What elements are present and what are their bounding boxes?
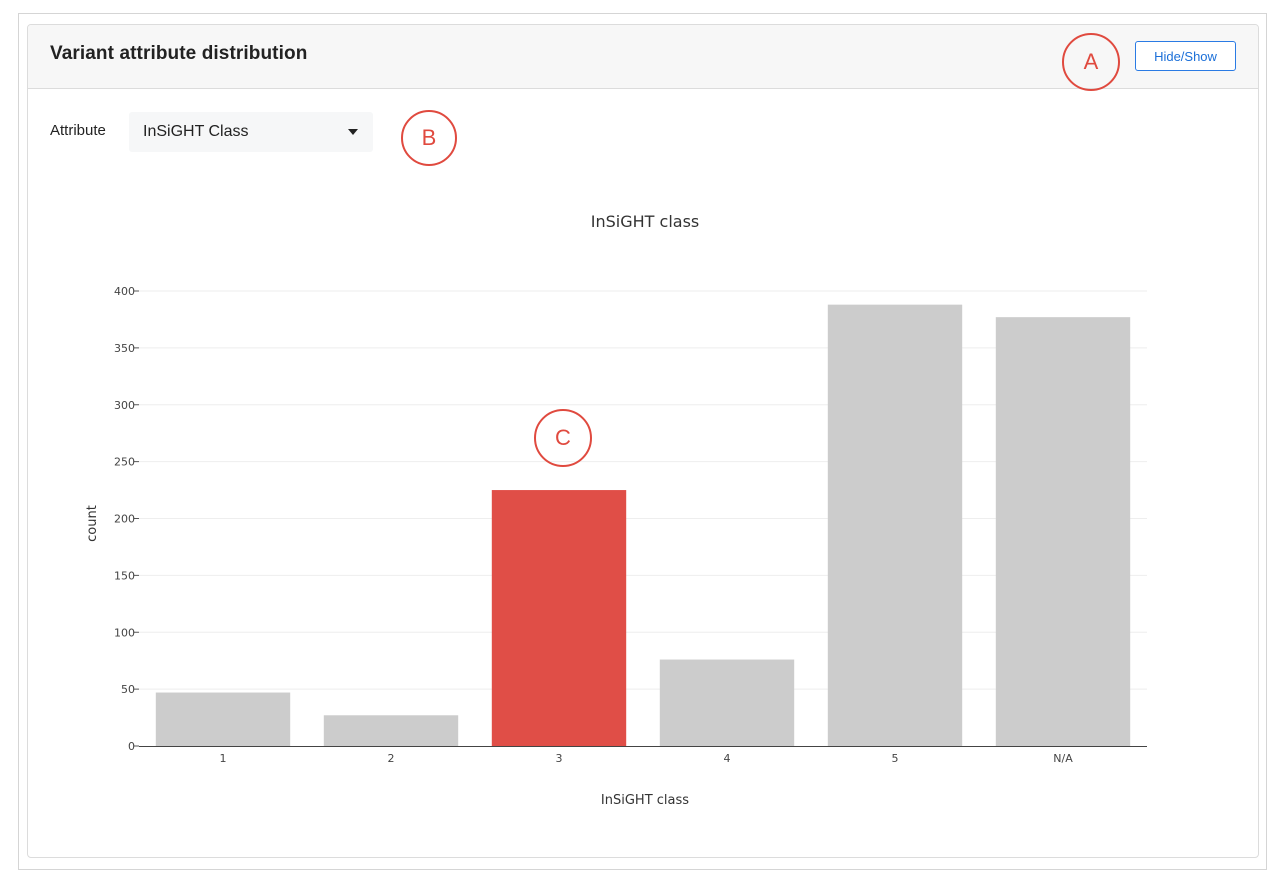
y-tick-label: 100 (114, 626, 135, 639)
x-tick-label: 4 (724, 752, 731, 765)
y-tick-label: 400 (114, 285, 135, 298)
y-tick-label: 0 (128, 740, 135, 753)
x-tick-label: 5 (892, 752, 899, 765)
chart-title: InSiGHT class (591, 212, 699, 231)
y-tick-label: 150 (114, 569, 135, 582)
x-tick-label: 2 (388, 752, 395, 765)
bar-5[interactable] (827, 304, 963, 746)
y-tick-label: 350 (114, 342, 135, 355)
y-tick-label: 300 (114, 399, 135, 412)
bar-4[interactable] (659, 659, 795, 746)
y-tick-label: 250 (114, 456, 135, 469)
x-tick-label: N/A (1053, 752, 1073, 765)
y-axis-title: count (85, 505, 100, 542)
bar-chart: InSiGHT class InSiGHT class count 0 50 100… (85, 212, 1147, 808)
x-tick-label: 1 (220, 752, 227, 765)
x-axis-title: InSiGHT class (601, 793, 689, 808)
bars (155, 304, 1131, 746)
bar-na[interactable] (995, 317, 1131, 746)
bar-1[interactable] (155, 692, 291, 746)
bar-3[interactable] (491, 490, 627, 746)
bar-2[interactable] (323, 715, 459, 746)
y-tick-label: 200 (114, 513, 135, 526)
annotation-c: C (534, 409, 592, 467)
x-tick-label: 3 (556, 752, 563, 765)
y-tick-label: 50 (121, 683, 135, 696)
